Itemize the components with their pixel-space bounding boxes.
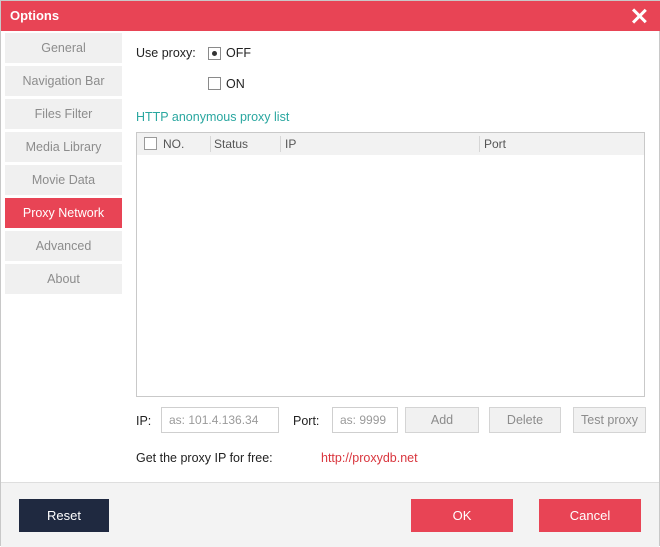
sidebar-item-general[interactable]: General [5,33,122,63]
sidebar-item-navigation-bar[interactable]: Navigation Bar [5,66,122,96]
proxy-on-label: ON [226,77,245,91]
column-header-port[interactable]: Port [484,133,506,155]
column-divider [280,136,281,152]
table-header: NO. Status IP Port [137,133,644,155]
delete-button[interactable]: Delete [489,407,561,433]
window-title: Options [10,8,60,23]
sidebar: General Navigation Bar Files Filter Medi… [5,33,122,297]
column-header-ip[interactable]: IP [285,133,296,155]
sidebar-item-media-library[interactable]: Media Library [5,132,122,162]
proxydb-link[interactable]: http://proxydb.net [321,451,418,465]
proxy-table: NO. Status IP Port [136,132,645,397]
close-icon[interactable] [629,6,649,26]
select-all-checkbox[interactable] [144,137,157,150]
add-button[interactable]: Add [405,407,479,433]
ip-input[interactable]: as: 101.4.136.34 [161,407,279,433]
reset-button[interactable]: Reset [19,499,109,532]
column-divider [479,136,480,152]
ip-label: IP: [136,414,152,428]
title-bar: Options [1,1,660,31]
proxy-off-radio[interactable] [208,47,221,60]
sidebar-item-about[interactable]: About [5,264,122,294]
proxy-on-radio[interactable] [208,77,221,90]
cancel-button[interactable]: Cancel [539,499,641,532]
port-label: Port: [293,414,320,428]
free-proxy-text: Get the proxy IP for free: [136,451,273,465]
column-header-status[interactable]: Status [214,133,248,155]
sidebar-item-advanced[interactable]: Advanced [5,231,122,261]
ok-button[interactable]: OK [411,499,513,532]
sidebar-item-proxy-network[interactable]: Proxy Network [5,198,122,228]
column-header-no[interactable]: NO. [163,133,184,155]
radio-selected-dot [212,51,217,56]
port-input[interactable]: as: 9999 [332,407,398,433]
sidebar-item-movie-data[interactable]: Movie Data [5,165,122,195]
column-divider [210,136,211,152]
options-window: Options General Navigation Bar Files Fil… [0,0,660,547]
test-proxy-button[interactable]: Test proxy [573,407,646,433]
use-proxy-label: Use proxy: [136,46,196,60]
proxy-off-label: OFF [226,46,251,60]
proxy-list-link[interactable]: HTTP anonymous proxy list [136,110,289,124]
sidebar-item-files-filter[interactable]: Files Filter [5,99,122,129]
